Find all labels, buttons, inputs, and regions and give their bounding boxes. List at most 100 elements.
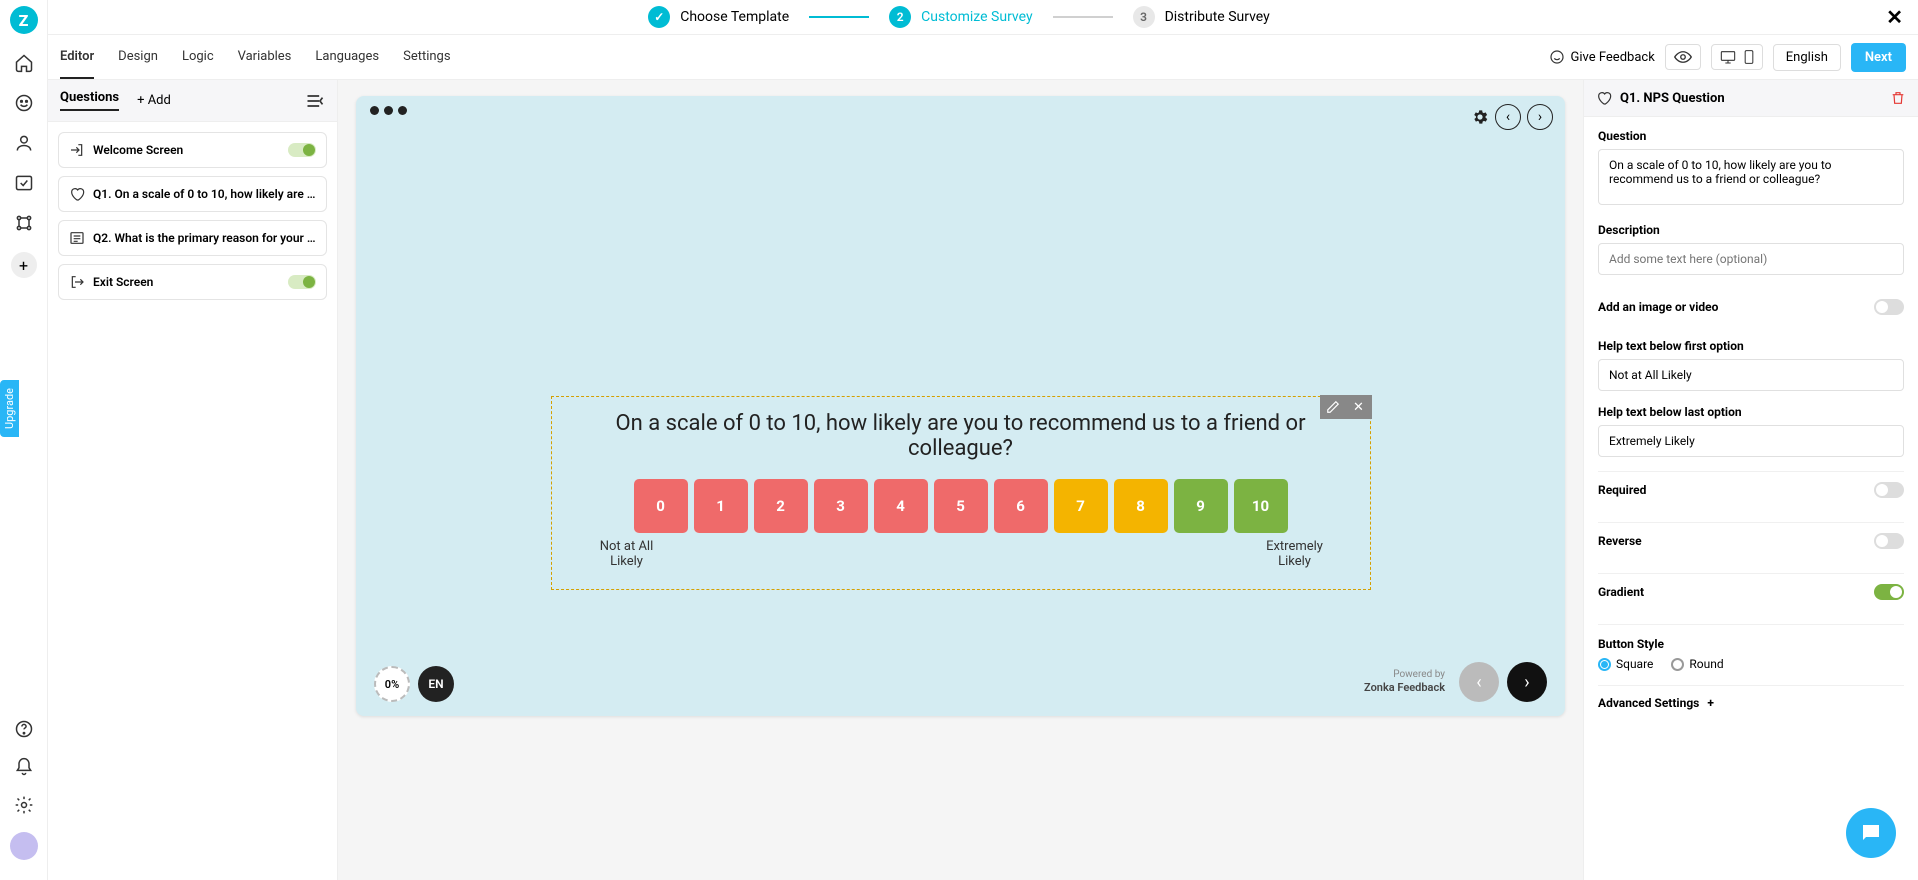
radio-label: Round xyxy=(1689,657,1723,671)
advanced-settings-toggle[interactable]: Advanced Settings + xyxy=(1598,685,1904,710)
help-icon[interactable] xyxy=(13,718,35,740)
step-customize-survey[interactable]: 2 Customize Survey xyxy=(889,6,1032,28)
survey-prev-button[interactable]: ‹ xyxy=(1459,662,1499,702)
step-distribute-survey[interactable]: 3 Distribute Survey xyxy=(1133,6,1270,28)
survey-next-button[interactable]: › xyxy=(1507,662,1547,702)
nps-question-block[interactable]: ✕ On a scale of 0 to 10, how likely are … xyxy=(551,396,1371,590)
nps-cell-8[interactable]: 8 xyxy=(1114,479,1168,533)
eye-icon xyxy=(1674,50,1692,64)
settings-icon[interactable] xyxy=(13,794,35,816)
collapse-panel-icon[interactable] xyxy=(305,92,325,110)
chat-icon[interactable] xyxy=(13,92,35,114)
avatar[interactable] xyxy=(10,832,38,860)
nps-cell-9[interactable]: 9 xyxy=(1174,479,1228,533)
nps-question-text: On a scale of 0 to 10, how likely are yo… xyxy=(570,411,1352,461)
nps-cell-2[interactable]: 2 xyxy=(754,479,808,533)
step-connector xyxy=(809,16,869,18)
delete-block-icon[interactable]: ✕ xyxy=(1346,395,1372,419)
question-label: Welcome Screen xyxy=(93,143,280,157)
powered-label: Powered by xyxy=(1364,669,1445,681)
exit-icon xyxy=(69,274,85,290)
close-icon[interactable]: ✕ xyxy=(1886,5,1903,29)
plus-icon: + xyxy=(1707,696,1714,710)
delete-question-icon[interactable] xyxy=(1890,90,1906,106)
help-last-label: Extremely Likely xyxy=(1260,539,1330,569)
powered-by: Powered by Zonka Feedback xyxy=(1364,669,1445,694)
radio-label: Square xyxy=(1616,657,1653,671)
tab-design[interactable]: Design xyxy=(118,35,158,79)
step-number-icon: 2 xyxy=(889,6,911,28)
nps-cell-5[interactable]: 5 xyxy=(934,479,988,533)
step-label: Choose Template xyxy=(680,9,789,25)
add-workspace-button[interactable]: + xyxy=(11,252,37,278)
style-round-radio[interactable]: Round xyxy=(1671,657,1723,671)
reverse-toggle[interactable] xyxy=(1874,533,1904,549)
question-field-label: Question xyxy=(1598,129,1904,143)
nps-cell-3[interactable]: 3 xyxy=(814,479,868,533)
checkbox-icon[interactable] xyxy=(13,172,35,194)
give-feedback-button[interactable]: Give Feedback xyxy=(1549,49,1655,65)
add-question-button[interactable]: + Add xyxy=(137,93,171,108)
reverse-label: Reverse xyxy=(1598,534,1642,548)
text-icon xyxy=(69,230,85,246)
next-button[interactable]: Next xyxy=(1851,43,1906,72)
welcome-toggle[interactable] xyxy=(288,143,316,157)
nps-cell-4[interactable]: 4 xyxy=(874,479,928,533)
style-square-radio[interactable]: Square xyxy=(1598,657,1653,671)
gradient-toggle[interactable] xyxy=(1874,584,1904,600)
user-icon[interactable] xyxy=(13,132,35,154)
upgrade-button[interactable]: Upgrade xyxy=(0,380,19,437)
tab-settings[interactable]: Settings xyxy=(403,35,450,79)
question-item-welcome[interactable]: Welcome Screen xyxy=(58,132,327,168)
exit-toggle[interactable] xyxy=(288,275,316,289)
tab-languages[interactable]: Languages xyxy=(315,35,379,79)
help-first-input[interactable] xyxy=(1598,359,1904,391)
device-preview-button[interactable] xyxy=(1711,44,1763,70)
workflow-icon[interactable] xyxy=(13,212,35,234)
questions-tab[interactable]: Questions xyxy=(60,90,119,111)
tab-variables[interactable]: Variables xyxy=(238,35,292,79)
help-last-input[interactable] xyxy=(1598,425,1904,457)
question-item-exit[interactable]: Exit Screen xyxy=(58,264,327,300)
help-first-field-label: Help text below first option xyxy=(1598,339,1904,353)
canvas-prev-icon[interactable]: ‹ xyxy=(1495,104,1521,130)
nps-cell-10[interactable]: 10 xyxy=(1234,479,1288,533)
window-dot xyxy=(384,106,393,115)
app-logo[interactable]: Z xyxy=(10,6,38,34)
edit-block-icon[interactable] xyxy=(1320,395,1346,419)
help-last-field-label: Help text below last option xyxy=(1598,405,1904,419)
nps-cell-0[interactable]: 0 xyxy=(634,479,688,533)
nps-cell-7[interactable]: 7 xyxy=(1054,479,1108,533)
heart-icon xyxy=(69,186,85,202)
gradient-label: Gradient xyxy=(1598,585,1644,599)
add-media-label: Add an image or video xyxy=(1598,300,1718,314)
preview-button[interactable] xyxy=(1665,44,1701,70)
tab-logic[interactable]: Logic xyxy=(182,35,214,79)
step-label: Distribute Survey xyxy=(1165,9,1270,25)
question-label: Exit Screen xyxy=(93,275,280,289)
canvas-settings-icon[interactable] xyxy=(1471,108,1489,126)
home-icon[interactable] xyxy=(13,52,35,74)
description-input[interactable] xyxy=(1598,243,1904,275)
check-icon: ✓ xyxy=(648,6,670,28)
bell-icon[interactable] xyxy=(13,756,35,778)
language-badge[interactable]: EN xyxy=(418,666,454,702)
language-select[interactable]: English xyxy=(1773,44,1841,71)
step-connector xyxy=(1053,16,1113,18)
question-input[interactable] xyxy=(1598,149,1904,205)
heart-icon xyxy=(1596,90,1612,106)
chat-fab-icon[interactable] xyxy=(1846,808,1896,858)
button-style-label: Button Style xyxy=(1598,637,1904,651)
nps-cell-6[interactable]: 6 xyxy=(994,479,1048,533)
description-field-label: Description xyxy=(1598,223,1904,237)
add-media-toggle[interactable] xyxy=(1874,299,1904,315)
canvas-next-icon[interactable]: › xyxy=(1527,104,1553,130)
feedback-label: Give Feedback xyxy=(1571,50,1655,65)
question-item-q1[interactable]: Q1. On a scale of 0 to 10, how likely ar… xyxy=(58,176,327,212)
nps-cell-1[interactable]: 1 xyxy=(694,479,748,533)
step-choose-template[interactable]: ✓ Choose Template xyxy=(648,6,789,28)
mobile-icon xyxy=(1744,50,1754,64)
question-item-q2[interactable]: Q2. What is the primary reason for your … xyxy=(58,220,327,256)
required-toggle[interactable] xyxy=(1874,482,1904,498)
tab-editor[interactable]: Editor xyxy=(60,35,94,79)
